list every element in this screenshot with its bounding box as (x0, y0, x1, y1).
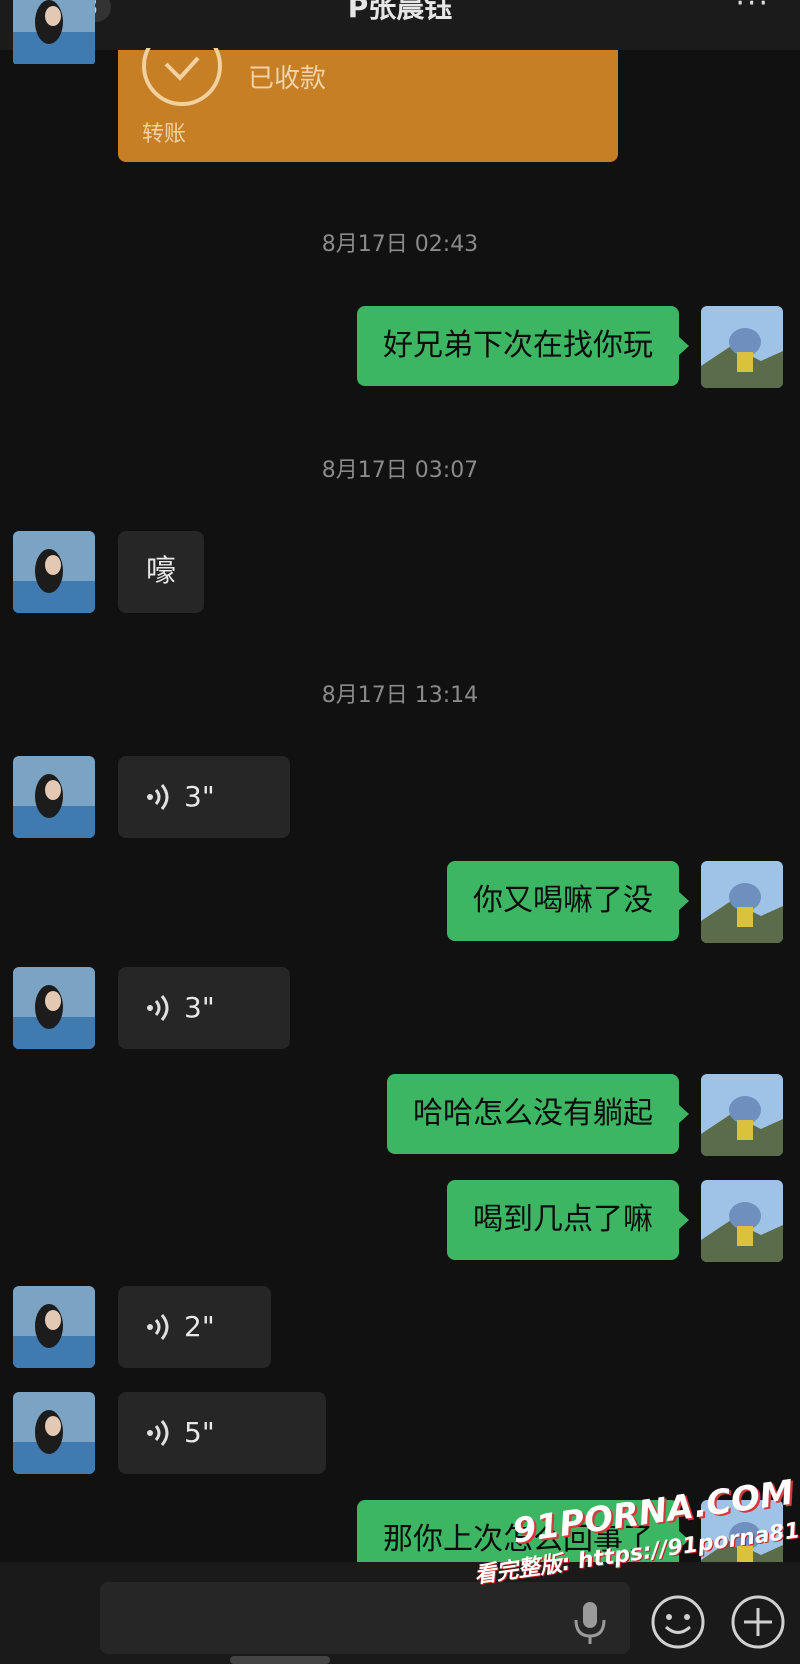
outgoing-message[interactable]: 哈哈怎么没有躺起 (387, 1074, 689, 1154)
voice-icon (147, 784, 169, 810)
outgoing-message[interactable]: 喝到几点了嘛 (447, 1180, 689, 1260)
contact-avatar[interactable] (13, 0, 95, 66)
my-avatar[interactable] (701, 861, 783, 943)
voice-message[interactable]: 5" (118, 1392, 326, 1474)
incoming-message[interactable]: 嚎 (118, 531, 204, 613)
voice-message[interactable]: 2" (118, 1286, 271, 1368)
voice-duration: 3" (184, 780, 215, 813)
voice-message[interactable]: 3" (118, 967, 290, 1049)
transfer-card[interactable]: 已收款 转账 (118, 48, 618, 162)
outgoing-message[interactable]: 你又喝嘛了没 (447, 861, 689, 941)
voice-duration: 3" (184, 991, 215, 1024)
my-avatar[interactable] (701, 1180, 783, 1262)
check-circle-icon (142, 48, 222, 106)
watermark: 91PORNA.COM 看完整版: https://91porna81.com (470, 1473, 800, 1632)
timestamp: 8月17日 02:43 (321, 232, 479, 257)
outgoing-message[interactable]: 好兄弟下次在找你玩 (357, 306, 689, 386)
contact-avatar[interactable] (13, 756, 95, 838)
voice-icon (147, 1314, 169, 1340)
voice-message[interactable]: 3" (118, 756, 290, 838)
timestamp: 8月17日 03:07 (321, 458, 479, 483)
voice-icon (147, 995, 169, 1021)
contact-avatar[interactable] (13, 1392, 95, 1474)
chat-header: < 13 P张晨钰 ··· (0, 0, 800, 50)
my-avatar[interactable] (701, 1074, 783, 1156)
contact-avatar[interactable] (13, 967, 95, 1049)
voice-icon (147, 1420, 169, 1446)
contact-avatar[interactable] (13, 531, 95, 613)
chat-title: P张晨钰 (347, 0, 453, 24)
voice-duration: 5" (184, 1416, 215, 1449)
voice-duration: 2" (184, 1310, 215, 1343)
home-indicator (230, 1656, 330, 1664)
timestamp: 8月17日 13:14 (321, 683, 479, 708)
more-icon[interactable]: ··· (735, 0, 770, 21)
transfer-status: 已收款 (248, 64, 327, 94)
my-avatar[interactable] (701, 306, 783, 388)
transfer-label: 转账 (142, 122, 187, 147)
contact-avatar[interactable] (13, 1286, 95, 1368)
